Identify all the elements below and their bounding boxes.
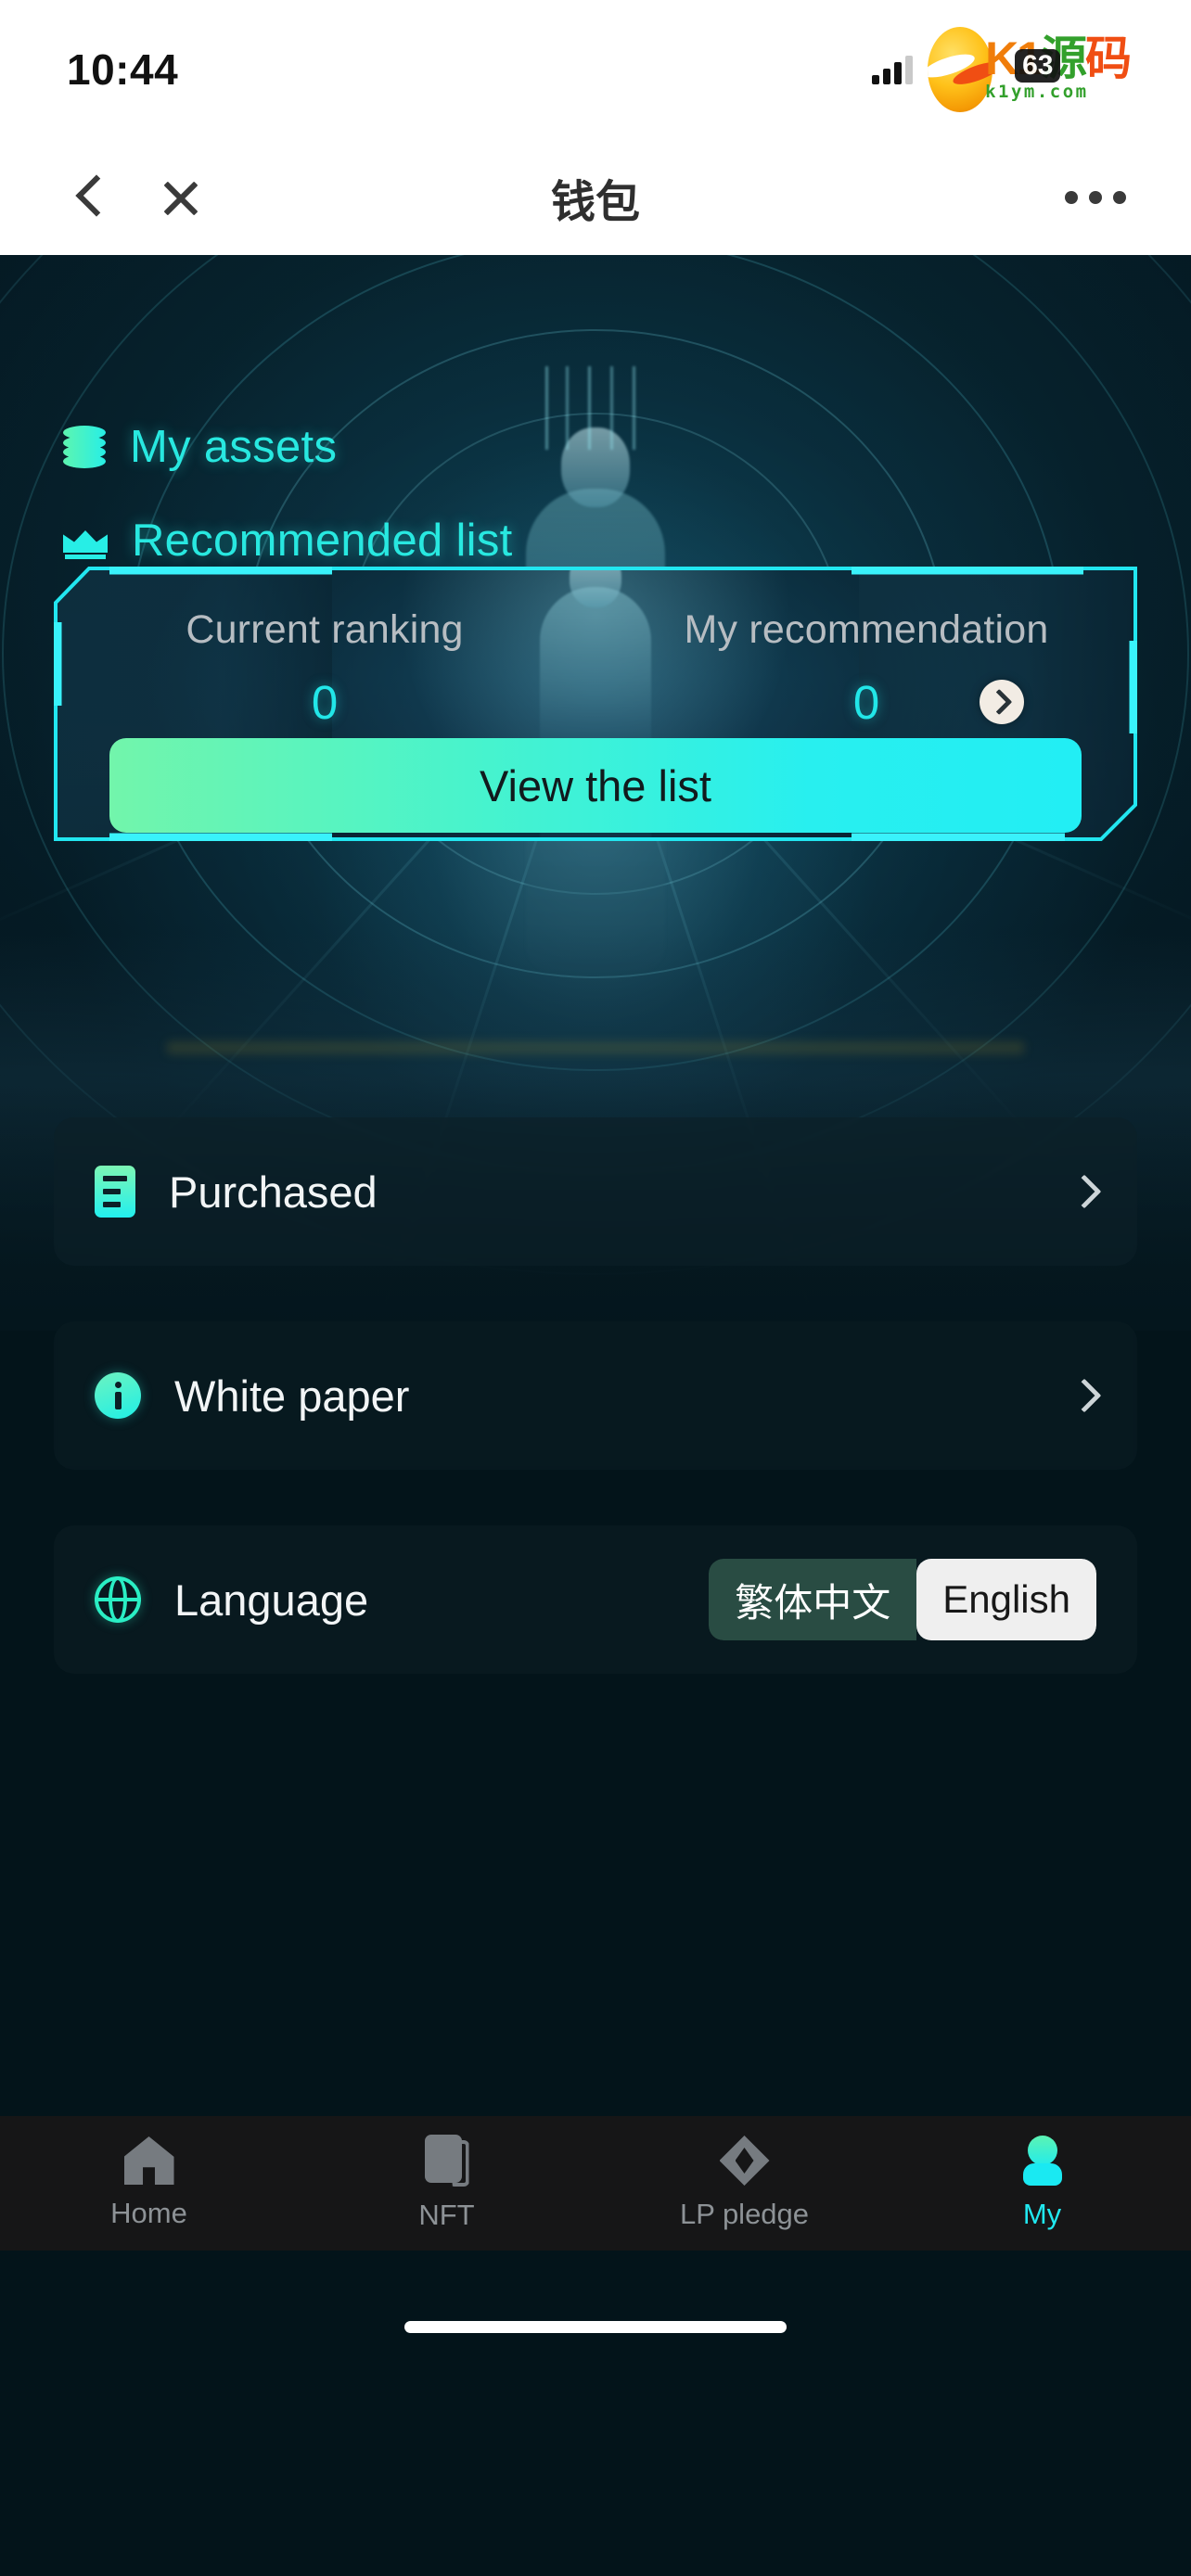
stat-current-ranking: Current ranking 0	[54, 567, 596, 730]
diamond-icon	[719, 2136, 770, 2186]
menu-row-label: Purchased	[169, 1167, 378, 1217]
menu-row-language: Language 繁体中文 English	[54, 1525, 1137, 1674]
ranking-card: Current ranking 0 My recommendation 0 Vi…	[54, 567, 1137, 841]
menu-row-purchased[interactable]: Purchased	[54, 1117, 1137, 1266]
chevron-right-icon	[1067, 1174, 1102, 1209]
view-the-list-button[interactable]: View the list	[109, 738, 1082, 833]
language-toggle: 繁体中文 English	[709, 1559, 1096, 1640]
tab-label: NFT	[418, 2199, 475, 2231]
globe-icon	[95, 1576, 141, 1623]
watermark-ma: 码	[1085, 32, 1132, 84]
page-title: 钱包	[550, 175, 640, 228]
tab-lp-pledge[interactable]: LP pledge	[596, 2136, 893, 2231]
tab-my[interactable]: My	[893, 2136, 1191, 2231]
crown-icon	[63, 522, 108, 559]
ranking-stats: Current ranking 0 My recommendation 0	[54, 567, 1137, 763]
stat-label: My recommendation	[684, 607, 1049, 652]
status-time: 10:44	[67, 45, 179, 94]
my-assets-label: My assets	[130, 422, 338, 472]
stat-my-recommendation: My recommendation 0	[596, 567, 1137, 730]
home-icon	[123, 2136, 174, 2185]
tab-nft[interactable]: NFT	[298, 2135, 596, 2232]
status-indicators: K1源码 k1ym.com 63	[872, 23, 1132, 116]
sidebar-item-my-assets[interactable]: My assets	[63, 421, 337, 473]
signal-bars-icon	[872, 55, 914, 84]
recommended-list-label: Recommended list	[132, 516, 513, 566]
info-circle-icon	[95, 1372, 141, 1419]
stat-value: 0	[852, 676, 880, 729]
chevron-right-circle-icon[interactable]	[980, 680, 1024, 724]
stat-value: 0	[311, 676, 339, 729]
more-horizontal-icon[interactable]	[1065, 190, 1126, 204]
menu-row-white-paper[interactable]: White paper	[54, 1321, 1137, 1470]
stat-label: Current ranking	[186, 607, 464, 652]
chevron-right-icon	[1067, 1378, 1102, 1413]
coins-stack-icon	[63, 426, 106, 468]
egg-logo-icon	[928, 27, 993, 112]
nft-card-icon	[424, 2135, 469, 2187]
menu-row-label: Language	[174, 1575, 369, 1625]
language-option-english[interactable]: English	[916, 1559, 1096, 1640]
menu-row-label: White paper	[174, 1371, 410, 1421]
tab-home[interactable]: Home	[0, 2136, 298, 2230]
bottom-tab-bar: Home NFT LP pledge My	[0, 2116, 1191, 2251]
home-indicator	[404, 2321, 787, 2333]
main-content: My assets Recommended list Current ranki…	[0, 255, 1191, 2374]
tab-label: Home	[110, 2197, 187, 2229]
status-bar: 10:44 K1源码 k1ym.com 63	[0, 0, 1191, 139]
tab-label: My	[1022, 2198, 1062, 2230]
language-option-chinese[interactable]: 繁体中文	[709, 1559, 917, 1640]
watermark-domain: k1ym.com	[985, 82, 1089, 103]
tab-label: LP pledge	[679, 2198, 810, 2230]
battery-indicator: 63	[1015, 49, 1061, 83]
sidebar-item-recommended-list[interactable]: Recommended list	[63, 515, 513, 567]
person-icon	[1020, 2136, 1065, 2186]
site-watermark: K1源码 k1ym.com 63	[928, 23, 1132, 116]
nav-bar: 钱包	[0, 139, 1191, 255]
document-list-icon	[95, 1166, 135, 1218]
